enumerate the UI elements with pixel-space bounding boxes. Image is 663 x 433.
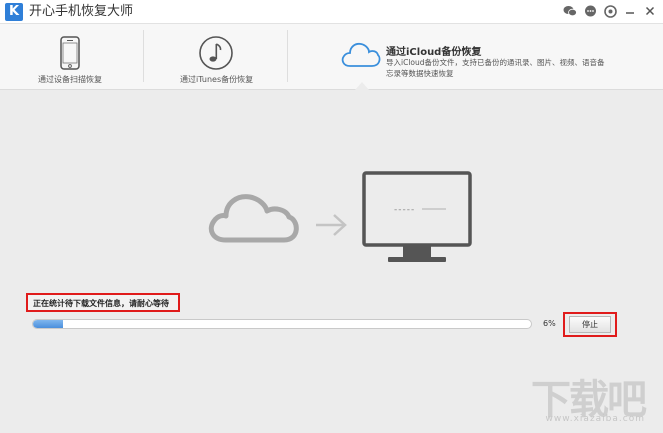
progress-bar (32, 319, 532, 329)
status-text: 正在统计待下载文件信息，请耐心等待 (33, 299, 169, 308)
arrow-right-icon (316, 214, 347, 236)
cloud-icon (208, 194, 299, 243)
stop-button[interactable]: 停止 (569, 316, 611, 333)
status-highlight: 正在统计待下载文件信息，请耐心等待 (26, 293, 180, 312)
watermark-url: www.xiazaiba.com (545, 414, 645, 424)
progress-percent: 6% (543, 319, 556, 328)
progress-bar-fill (33, 320, 63, 328)
monitor-loading-text: ----- (394, 205, 415, 215)
monitor-icon (362, 171, 472, 262)
